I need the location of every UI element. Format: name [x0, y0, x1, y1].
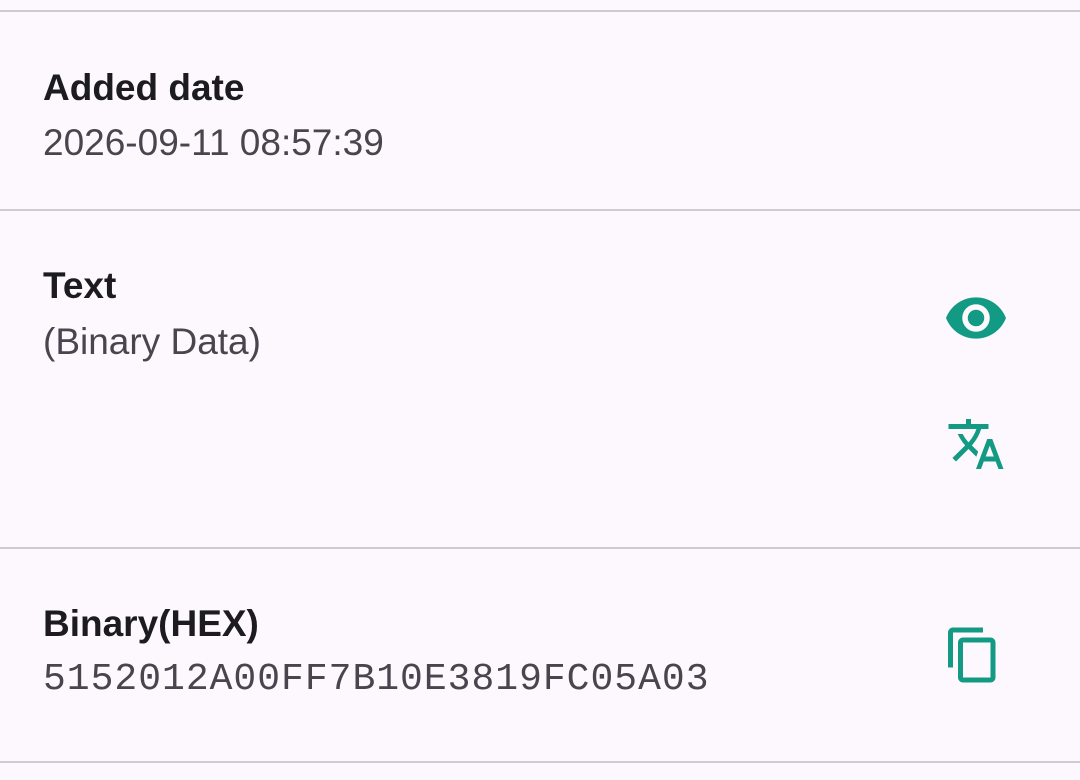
copy-button[interactable] — [933, 615, 1013, 695]
added-date-label: Added date — [43, 67, 245, 108]
added-date-section: Added date 2026-09-11 08:57:39 — [0, 12, 1080, 210]
divider-bottom — [0, 761, 1080, 763]
binary-hex-section: Binary(HEX) 5152012A00FF7B10E3819FC05A03 — [0, 549, 1080, 761]
translate-icon — [946, 414, 1006, 474]
copy-icon — [943, 625, 1003, 685]
translate-button[interactable] — [936, 404, 1016, 484]
text-section: Text (Binary Data) — [0, 211, 1080, 548]
added-date-value: 2026-09-11 08:57:39 — [43, 122, 384, 163]
binary-hex-label: Binary(HEX) — [43, 603, 259, 644]
view-button[interactable] — [936, 278, 1016, 358]
text-value: (Binary Data) — [43, 321, 261, 362]
text-label: Text — [43, 265, 117, 306]
binary-hex-value: 5152012A00FF7B10E3819FC05A03 — [43, 658, 710, 701]
eye-icon — [946, 297, 1006, 339]
